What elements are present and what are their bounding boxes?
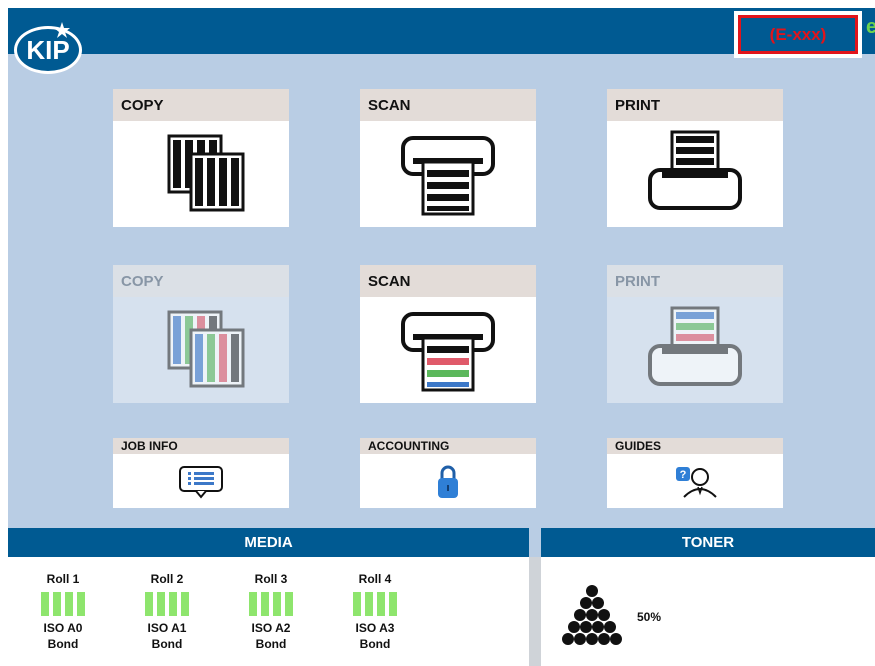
- roll-1[interactable]: Roll 1 ISO A0 Bond: [28, 572, 98, 652]
- roll-2[interactable]: Roll 2 ISO A1 Bond: [132, 572, 202, 652]
- job-info-icon: [179, 466, 223, 499]
- roll-size: ISO A3: [355, 621, 395, 635]
- roll-type: Bond: [255, 637, 287, 651]
- tile-label: PRINT: [607, 265, 783, 297]
- roll-name: Roll 1: [46, 572, 80, 586]
- roll-4[interactable]: Roll 4 ISO A3 Bond: [340, 572, 410, 652]
- roll-size: ISO A0: [43, 621, 83, 635]
- lock-icon: [438, 465, 458, 498]
- print-bw-icon: [648, 130, 742, 210]
- scan-bw-tile[interactable]: SCAN: [360, 89, 536, 227]
- kip-logo: KIP: [12, 16, 90, 74]
- svg-text:?: ?: [680, 469, 687, 481]
- scan-color-icon: [401, 312, 495, 392]
- panel-divider: [529, 557, 541, 666]
- tile-label: SCAN: [360, 265, 536, 297]
- toner-header: TONER: [541, 528, 875, 557]
- toner-level: 50%: [637, 610, 662, 624]
- roll-size: ISO A2: [251, 621, 291, 635]
- roll-level-bars: [340, 592, 410, 616]
- tile-label: ACCOUNTING: [360, 438, 536, 454]
- error-code: (E-xxx): [738, 15, 858, 54]
- toner-pile-icon[interactable]: [557, 583, 627, 649]
- tile-label: COPY: [113, 89, 289, 121]
- roll-type: Bond: [47, 637, 79, 651]
- copy-color-tile[interactable]: COPY: [113, 265, 289, 403]
- print-bw-tile[interactable]: PRINT: [607, 89, 783, 227]
- roll-level-bars: [28, 592, 98, 616]
- status-leaf-icon: e: [866, 16, 875, 38]
- tile-label: JOB INFO: [113, 438, 289, 454]
- roll-name: Roll 4: [358, 572, 392, 586]
- roll-3[interactable]: Roll 3 ISO A2 Bond: [236, 572, 306, 652]
- copy-color-icon: [167, 310, 245, 388]
- guide-person-icon: ?: [676, 467, 717, 498]
- tile-label: GUIDES: [607, 438, 783, 454]
- tile-label: PRINT: [607, 89, 783, 121]
- copy-bw-icon: [167, 134, 245, 212]
- tile-label: COPY: [113, 265, 289, 297]
- roll-type: Bond: [359, 637, 391, 651]
- accounting-tile[interactable]: ACCOUNTING: [360, 438, 536, 508]
- job-info-tile[interactable]: JOB INFO: [113, 438, 289, 508]
- roll-level-bars: [236, 592, 306, 616]
- guides-tile[interactable]: GUIDES ?: [607, 438, 783, 508]
- print-color-icon: [648, 306, 742, 386]
- roll-type: Bond: [151, 637, 183, 651]
- roll-size: ISO A1: [147, 621, 187, 635]
- error-indicator[interactable]: (E-xxx): [734, 11, 862, 58]
- scan-bw-icon: [401, 136, 495, 216]
- roll-name: Roll 2: [150, 572, 184, 586]
- app-window: KIP (E-xxx) e COPY SCAN PRINT COPY SCAN …: [8, 8, 875, 666]
- media-header: MEDIA: [8, 528, 529, 557]
- svg-text:KIP: KIP: [26, 35, 69, 65]
- print-color-tile[interactable]: PRINT: [607, 265, 783, 403]
- roll-name: Roll 3: [254, 572, 288, 586]
- roll-level-bars: [132, 592, 202, 616]
- copy-bw-tile[interactable]: COPY: [113, 89, 289, 227]
- tile-label: SCAN: [360, 89, 536, 121]
- scan-color-tile[interactable]: SCAN: [360, 265, 536, 403]
